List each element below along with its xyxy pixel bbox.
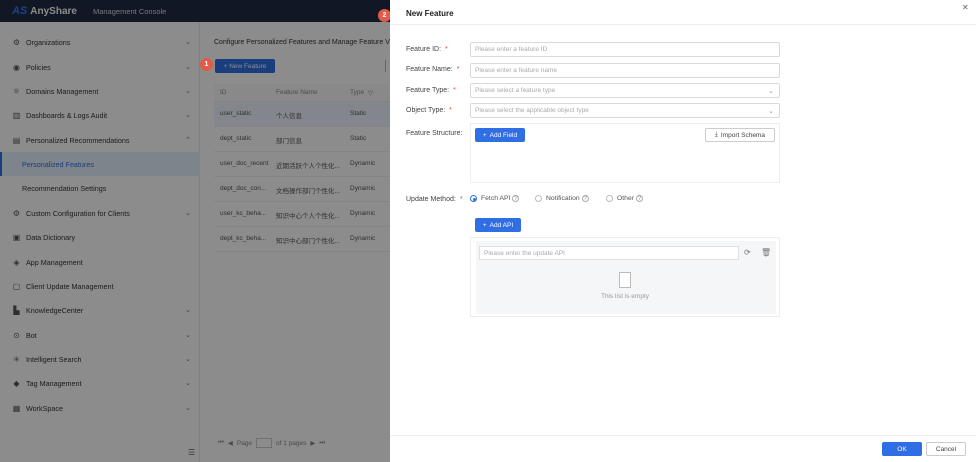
delete-icon[interactable]: 🗑 (761, 248, 771, 257)
feature-name-label: Feature Name: * (406, 66, 460, 73)
ok-button[interactable]: OK (882, 442, 922, 456)
add-field-button[interactable]: + Add Field (475, 128, 525, 142)
drawer-title: New Feature (406, 9, 454, 18)
import-schema-button[interactable]: ⤓ Import Schema (705, 128, 775, 142)
feature-type-label: Feature Type: * (406, 87, 456, 94)
plus-icon: + (482, 221, 487, 229)
object-type-label: Object Type: * (406, 107, 452, 114)
radio-label: Fetch API (481, 195, 511, 202)
download-icon: ⤓ (715, 131, 718, 138)
close-icon[interactable]: ✕ (962, 3, 969, 12)
radio-unselected-icon (606, 195, 613, 202)
help-icon[interactable]: ? (581, 195, 589, 202)
import-schema-label: Import Schema (720, 131, 765, 139)
radio-notification[interactable]: Notification ? (535, 195, 589, 202)
divider (390, 24, 976, 25)
radio-selected-icon (470, 195, 477, 202)
feature-id-label: Feature ID: * (406, 46, 448, 53)
feature-structure-label: Feature Structure: (406, 130, 463, 137)
radio-fetch-api[interactable]: Fetch API ? (470, 195, 520, 202)
refresh-icon[interactable]: ⟳ (744, 248, 751, 257)
radio-label: Notification (546, 195, 580, 202)
cancel-button[interactable]: Cancel (926, 442, 966, 456)
add-field-label: Add Field (489, 131, 518, 139)
feature-name-input[interactable]: Please enter a feature name (470, 63, 780, 78)
help-icon[interactable]: ? (512, 195, 520, 202)
radio-unselected-icon (535, 195, 542, 202)
object-type-select[interactable]: Please select the applicable object type… (470, 103, 780, 118)
chevron-down-icon: ⌄ (768, 87, 774, 95)
feature-id-input[interactable]: Please enter a feature ID (470, 42, 780, 57)
step-marker-1: 1 (200, 58, 213, 71)
chevron-down-icon: ⌄ (768, 107, 774, 115)
add-api-label: Add API (489, 221, 514, 229)
drawer-footer: OK Cancel (390, 435, 976, 462)
select-placeholder: Please select a feature type (475, 87, 556, 94)
empty-list-text: This list is empty (600, 293, 650, 300)
add-api-button[interactable]: + Add API (475, 218, 521, 232)
help-icon[interactable]: ? (636, 195, 643, 202)
modal-mask[interactable] (0, 0, 390, 462)
update-method-label: Update Method: * (406, 196, 463, 203)
plus-icon: + (482, 131, 487, 139)
new-feature-drawer: New Feature ✕ Feature ID: * Please enter … (390, 0, 976, 462)
feature-type-select[interactable]: Please select a feature type ⌄ (470, 83, 780, 98)
update-api-input[interactable]: Please enter the update API (479, 246, 739, 260)
empty-file-icon (619, 272, 631, 288)
radio-other[interactable]: Other ? (606, 195, 643, 202)
radio-label: Other (617, 195, 634, 202)
select-placeholder: Please select the applicable object type (475, 107, 589, 114)
